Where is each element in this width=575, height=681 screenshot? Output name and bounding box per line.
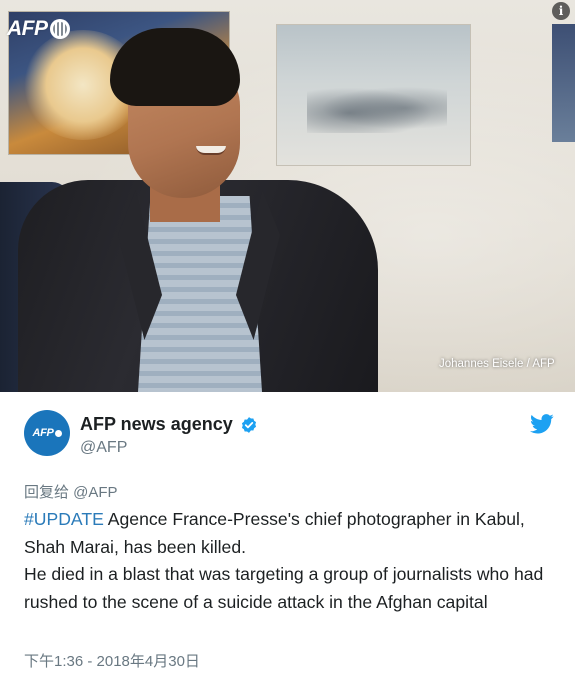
- avatar[interactable]: AFP: [24, 410, 70, 456]
- display-name[interactable]: AFP news agency: [80, 414, 233, 435]
- photo-subject: [0, 0, 575, 392]
- tweet-content: AFP AFP news agency @AFP 回复给 @AFP #UPDAT…: [0, 392, 575, 681]
- twitter-bird-icon[interactable]: [530, 414, 554, 434]
- tweet-text: #UPDATE Agence France-Presse's chief pho…: [24, 506, 559, 616]
- tweet-text-line2: He died in a blast that was targeting a …: [24, 564, 544, 612]
- globe-icon: [54, 429, 62, 437]
- avatar-label: AFP: [32, 427, 54, 439]
- reply-to-line[interactable]: 回复给 @AFP: [24, 481, 118, 502]
- user-handle[interactable]: @AFP: [80, 439, 127, 457]
- verified-badge-icon: [241, 416, 256, 433]
- globe-icon: [49, 19, 70, 39]
- hashtag-link[interactable]: #UPDATE: [24, 509, 104, 529]
- photo-credit: Johannes Eisele / AFP: [439, 358, 555, 370]
- tweet-timestamp[interactable]: 下午1:36 - 2018年4月30日: [24, 650, 200, 671]
- author-row: AFP news agency: [80, 414, 258, 435]
- info-icon[interactable]: i: [552, 2, 570, 20]
- embedded-tweet-card: AFP i Johannes Eisele / AFP AFP AFP news…: [0, 0, 575, 681]
- afp-watermark-logo: AFP: [7, 14, 70, 44]
- tweet-photo[interactable]: AFP i Johannes Eisele / AFP: [0, 0, 575, 392]
